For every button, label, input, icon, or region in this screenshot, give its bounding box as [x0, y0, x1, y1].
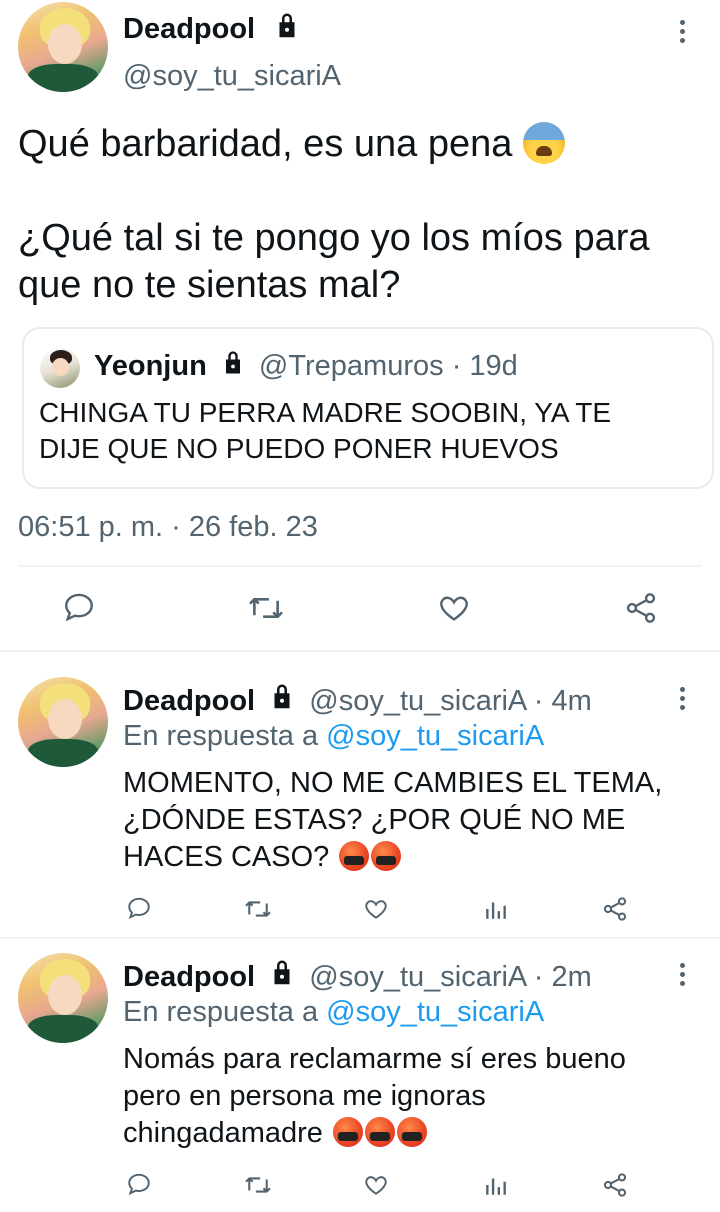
retweet-icon[interactable]: [243, 897, 273, 921]
handle[interactable]: @soy_tu_sicariA: [309, 961, 525, 993]
reply-icon[interactable]: [125, 1171, 153, 1197]
quoted-display-name: Yeonjun: [94, 350, 207, 382]
lock-icon: [267, 682, 297, 720]
handle[interactable]: @soy_tu_sicariA: [123, 60, 341, 93]
quoted-text: CHINGA TU PERRA MADRE SOOBIN, YA TE DIJE…: [39, 395, 611, 467]
reply-icon[interactable]: [125, 895, 153, 921]
reply-text-line: ¿DÓNDE ESTAS? ¿POR QUÉ NO ME: [123, 804, 626, 836]
reply-prefix: En respuesta a: [123, 720, 319, 752]
analytics-icon[interactable]: [483, 896, 509, 922]
time: · 4m: [533, 685, 592, 717]
lock-icon: [272, 11, 302, 46]
share-icon[interactable]: [601, 1171, 629, 1199]
quoted-text-line: CHINGA TU PERRA MADRE SOOBIN, YA TE: [39, 397, 612, 428]
quoted-time: · 19d: [451, 350, 518, 382]
share-icon[interactable]: [623, 590, 659, 626]
reply-text-line: HACES CASO?: [123, 841, 330, 873]
tweet-text-line: ¿Qué tal si te pongo yo los míos para: [18, 217, 650, 259]
avatar[interactable]: [18, 2, 108, 92]
reply-text-line: MOMENTO, NO ME CAMBIES EL TEMA,: [123, 767, 663, 799]
display-name[interactable]: Deadpool: [123, 961, 255, 993]
cursing-face-emoji: [396, 1117, 427, 1147]
handle[interactable]: @soy_tu_sicariA: [309, 685, 525, 717]
like-icon[interactable]: [436, 591, 472, 625]
quoted-handle: @Trepamuros: [258, 350, 444, 382]
display-name[interactable]: Deadpool: [123, 13, 255, 46]
avatar[interactable]: [18, 677, 108, 767]
avatar[interactable]: [18, 953, 108, 1043]
quoted-text-line: DIJE QUE NO PUEDO PONER HUEVOS: [39, 433, 559, 464]
reply-text: Nomás para reclamarme sí eres bueno pero…: [123, 1041, 626, 1152]
lock-icon: [219, 349, 247, 385]
analytics-icon[interactable]: [483, 1172, 509, 1198]
more-options-icon[interactable]: [679, 963, 687, 990]
divider: [0, 650, 720, 652]
tweet-text: Qué barbaridad, es una pena ¿Qué tal si …: [18, 121, 708, 309]
share-icon[interactable]: [601, 895, 629, 923]
cursing-face-emoji: [364, 1117, 395, 1147]
cursing-face-emoji: [339, 841, 370, 871]
lock-icon: [267, 958, 297, 996]
reply-text: MOMENTO, NO ME CAMBIES EL TEMA, ¿DÓNDE E…: [123, 765, 662, 876]
reply-text-line: pero en persona me ignoras: [123, 1080, 486, 1112]
tweet-text-line: Qué barbaridad, es una pena: [18, 123, 513, 165]
like-icon[interactable]: [362, 896, 390, 922]
reply-to-link[interactable]: @soy_tu_sicariA: [326, 720, 544, 752]
tweet-text-line: que no te sientas mal?: [18, 264, 401, 306]
anxious-sweat-emoji: [522, 122, 565, 164]
cursing-face-emoji: [371, 841, 402, 871]
time: · 2m: [533, 961, 592, 993]
timestamp[interactable]: 06:51 p. m. · 26 feb. 23: [18, 511, 318, 544]
reply-icon[interactable]: [61, 590, 97, 624]
avatar: [40, 348, 80, 388]
more-options-icon[interactable]: [679, 687, 687, 714]
cursing-face-emoji: [332, 1117, 363, 1147]
reply-to-link[interactable]: @soy_tu_sicariA: [326, 996, 544, 1028]
reply-text-line: chingadamadre: [123, 1117, 323, 1149]
retweet-icon[interactable]: [243, 1173, 273, 1197]
quoted-tweet[interactable]: Yeonjun @Trepamuros · 19d CHINGA TU PERR…: [22, 327, 714, 489]
display-name[interactable]: Deadpool: [123, 685, 255, 717]
reply-prefix: En respuesta a: [123, 996, 319, 1028]
divider: [18, 565, 702, 567]
retweet-icon[interactable]: [246, 592, 286, 624]
like-icon[interactable]: [362, 1172, 390, 1198]
reply-text-line: Nomás para reclamarme sí eres bueno: [123, 1043, 626, 1075]
divider: [0, 937, 720, 939]
more-options-icon[interactable]: [679, 20, 687, 47]
